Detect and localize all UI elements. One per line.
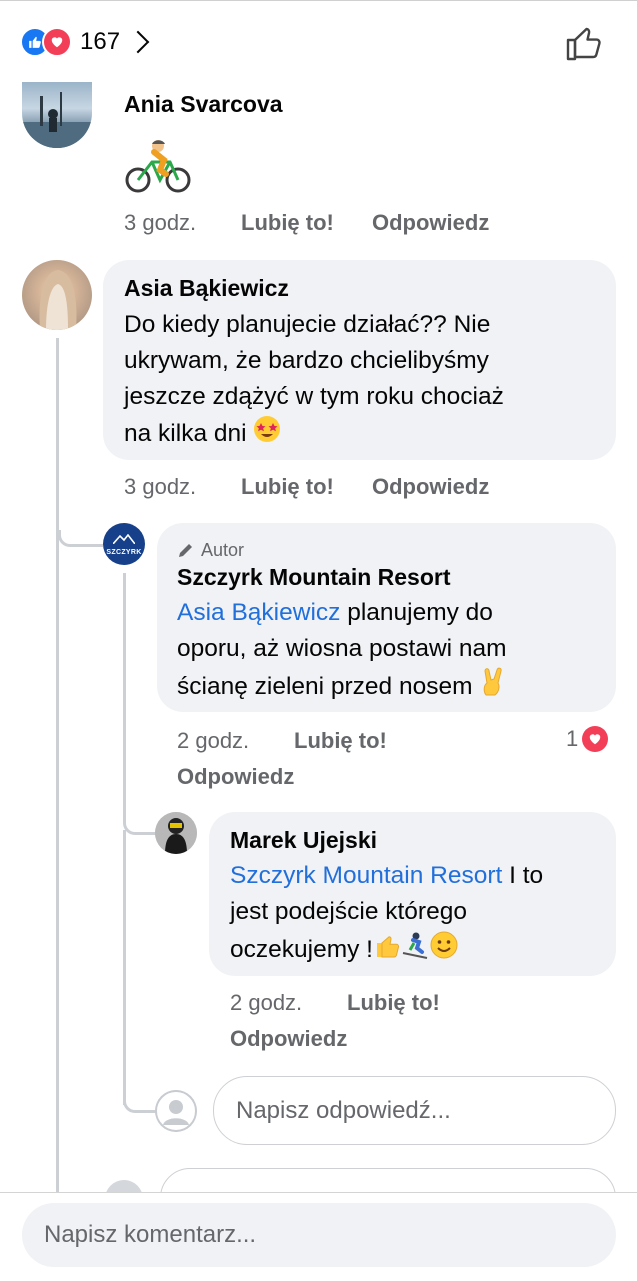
like-comment-link[interactable]: Lubię to! <box>241 210 334 236</box>
like-comment-link[interactable]: Lubię to! <box>241 474 334 500</box>
reply-text: Asia Bąkiewicz planujemy do oporu, aż wi… <box>177 595 607 708</box>
pencil-icon <box>179 544 192 557</box>
comment-author[interactable]: Asia Bąkiewicz <box>124 275 289 302</box>
comment-input[interactable]: Napisz komentarz... <box>22 1203 616 1267</box>
avatar-szczyrk-mountain-resort[interactable]: SZCZYRK <box>103 523 145 565</box>
reply-input-placeholder: Napisz odpowiedź... <box>236 1096 451 1124</box>
thread-connector <box>123 1080 158 1113</box>
skier-emoji <box>401 931 429 970</box>
author-badge: Autor <box>177 538 244 562</box>
reply-actions: 2 godz. Lubię to! Odpowiedz <box>177 728 477 790</box>
reply-comment-link[interactable]: Odpowiedz <box>372 210 489 236</box>
reply-text-line: jest podejście którego <box>230 898 467 925</box>
reply-actions: 2 godz. Lubię to! Odpowiedz <box>230 990 530 1052</box>
comment-text-line: jeszcze zdążyć w tym roku chociaż <box>124 383 504 410</box>
reply-time: 2 godz. <box>177 728 250 753</box>
reply-text-line: oporu, aż wiosna postawi nam <box>177 635 507 662</box>
thumbs-up-emoji <box>373 931 401 970</box>
avatar-marek-ujejski[interactable] <box>155 812 197 854</box>
comment-text-line: na kilka dni <box>124 419 247 447</box>
comment-actions: 3 godz. Lubię to! Odpowiedz <box>124 210 544 240</box>
chevron-right-icon <box>126 30 150 54</box>
mountain-logo-icon <box>112 533 136 545</box>
thread-line <box>123 573 126 798</box>
reply-time: 2 godz. <box>230 990 303 1015</box>
reply-reactions[interactable]: 1 <box>566 725 609 753</box>
comment-input-placeholder: Napisz komentarz... <box>44 1221 257 1248</box>
reply-text: Szczyrk Mountain Resort I to jest podejś… <box>230 858 610 971</box>
comment-actions: 3 godz. Lubię to! Odpowiedz <box>124 474 544 504</box>
skier-photo-icon <box>155 812 197 854</box>
person-photo-icon <box>39 270 77 330</box>
reply-text-line: oczekujemy ! <box>230 935 373 963</box>
mention-link[interactable]: Asia Bąkiewicz <box>177 599 340 626</box>
avatar-ania-svarcova[interactable] <box>22 82 92 148</box>
comment-text-line: ukrywam, że bardzo chcielibyśmy <box>124 347 489 374</box>
reply-reply-link[interactable]: Odpowiedz <box>230 1026 347 1052</box>
thread-line <box>123 830 126 1105</box>
comment-text: Do kiedy planujecie działać?? Nie ukrywa… <box>124 307 604 454</box>
like-reply-link[interactable]: Lubię to! <box>294 728 387 754</box>
mention-link[interactable]: Szczyrk Mountain Resort <box>230 862 502 889</box>
reply-reaction-count: 1 <box>566 726 579 751</box>
current-user-avatar <box>155 1090 197 1132</box>
rock-on-hand-emoji <box>479 667 507 708</box>
reply-input[interactable]: Napisz odpowiedź... <box>213 1076 616 1145</box>
avatar-asia-bakiewicz[interactable] <box>22 260 92 330</box>
harbor-photo-icon <box>22 92 92 148</box>
reaction-summary[interactable]: 167 <box>20 26 150 58</box>
thread-line <box>56 338 59 1193</box>
thread-connector <box>58 530 103 547</box>
thread-connector <box>123 796 158 835</box>
reply-author[interactable]: Marek Ujejski <box>230 827 377 854</box>
comment-time: 3 godz. <box>124 210 197 235</box>
like-post-button[interactable] <box>565 24 603 62</box>
star-struck-emoji <box>253 415 281 454</box>
reply-text-line: ścianę zieleni przed nosem <box>177 672 473 700</box>
comment-time: 3 godz. <box>124 474 197 499</box>
reply-author[interactable]: Szczyrk Mountain Resort <box>177 564 451 591</box>
comment-author[interactable]: Ania Svarcova <box>124 91 283 118</box>
smiling-face-emoji <box>429 930 459 971</box>
cyclist-emoji <box>124 138 194 196</box>
reply-text-line: I to <box>502 862 544 889</box>
comment-text-line: Do kiedy planujecie działać?? Nie <box>124 311 491 338</box>
reply-comment-link[interactable]: Odpowiedz <box>372 474 489 500</box>
love-reaction-icon <box>582 726 609 752</box>
reaction-count: 167 <box>80 28 121 55</box>
love-reaction-icon <box>42 27 72 57</box>
reply-reply-link[interactable]: Odpowiedz <box>177 764 294 790</box>
default-user-icon <box>155 1090 197 1132</box>
author-badge-label: Autor <box>201 539 245 560</box>
thumbs-up-icon <box>566 27 601 61</box>
like-reply-link[interactable]: Lubię to! <box>347 990 440 1016</box>
avatar-logo-text: SZCZYRK <box>106 549 142 556</box>
reply-text-line: planujemy do <box>340 599 493 626</box>
